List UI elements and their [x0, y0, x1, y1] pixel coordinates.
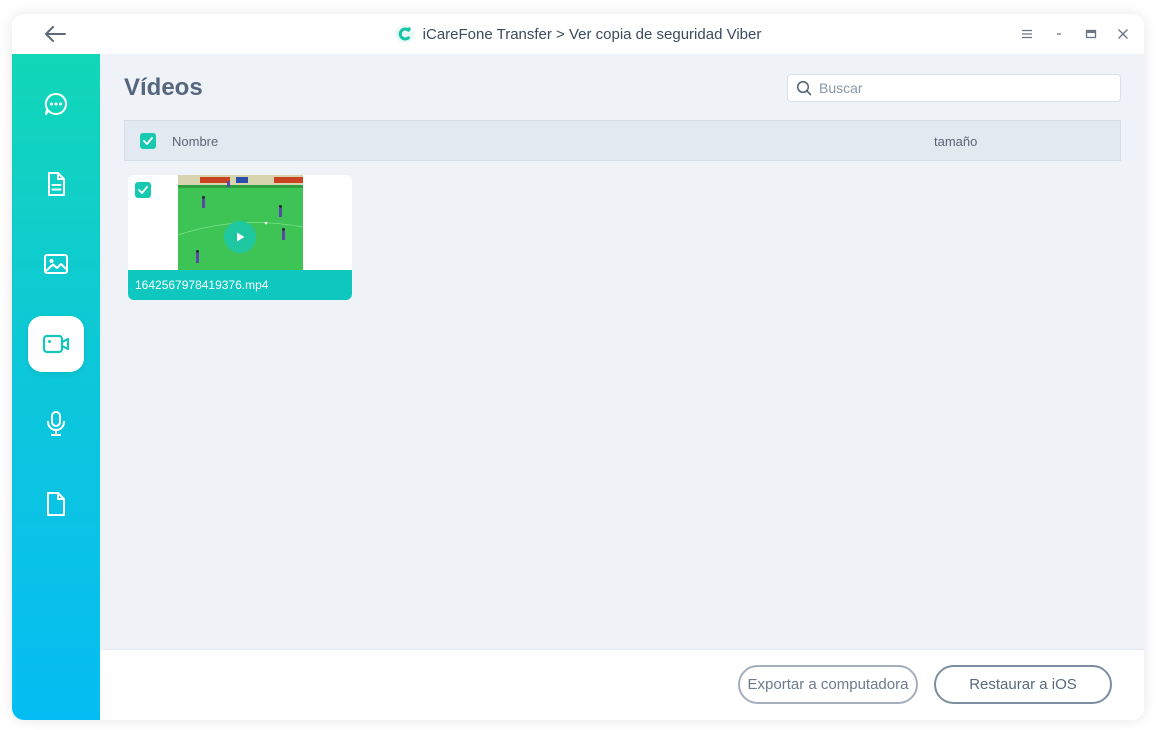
restore-to-ios-button[interactable]: Restaurar a iOS: [934, 665, 1112, 704]
sidebar-item-messages[interactable]: [28, 76, 84, 132]
search-box[interactable]: [787, 74, 1121, 102]
window-title: iCareFone Transfer > Ver copia de seguri…: [422, 25, 762, 43]
video-item-checkbox[interactable]: [135, 182, 151, 198]
menu-button[interactable]: [1018, 25, 1036, 43]
page-title: Vídeos: [124, 74, 203, 101]
footer-bar: Exportar a computadora Restaurar a iOS: [100, 649, 1144, 720]
minimize-button[interactable]: [1050, 25, 1068, 43]
microphone-icon: [47, 411, 65, 436]
window-title-area: iCareFone Transfer > Ver copia de seguri…: [12, 14, 1144, 54]
column-header-name[interactable]: Nombre: [172, 134, 218, 149]
sidebar-item-photos[interactable]: [28, 236, 84, 292]
play-icon: [237, 232, 245, 242]
video-thumbnail[interactable]: [178, 175, 303, 270]
app-logo-icon: [395, 25, 414, 43]
close-icon: [1118, 29, 1128, 39]
play-button[interactable]: [224, 221, 256, 253]
maximize-icon: [1085, 29, 1097, 39]
title-bar: iCareFone Transfer > Ver copia de seguri…: [12, 14, 1144, 54]
file-icon: [47, 492, 65, 516]
checkmark-icon: [143, 137, 153, 145]
video-item[interactable]: 1642567978419376.mp4: [128, 175, 352, 300]
column-header-size[interactable]: tamaño: [934, 134, 977, 149]
search-icon: [796, 80, 812, 96]
app-window: iCareFone Transfer > Ver copia de seguri…: [12, 14, 1144, 720]
image-icon: [44, 254, 68, 274]
sidebar-item-documents[interactable]: [28, 156, 84, 212]
sidebar: [12, 54, 100, 720]
export-to-computer-button[interactable]: Exportar a computadora: [738, 665, 918, 704]
sidebar-item-audio[interactable]: [28, 396, 84, 452]
minimize-icon: [1057, 33, 1061, 35]
sidebar-item-files[interactable]: [28, 476, 84, 532]
main-content: Vídeos Nombre tamaño: [100, 54, 1144, 649]
list-header: Nombre tamaño: [124, 120, 1121, 161]
document-icon: [48, 172, 65, 196]
search-input[interactable]: [819, 80, 1109, 96]
window-controls: [1018, 14, 1132, 54]
checkmark-icon: [138, 186, 148, 194]
close-button[interactable]: [1114, 25, 1132, 43]
maximize-button[interactable]: [1082, 25, 1100, 43]
select-all-checkbox[interactable]: [140, 133, 156, 149]
video-filename: 1642567978419376.mp4: [128, 270, 352, 300]
hamburger-menu-icon: [1022, 29, 1032, 39]
video-camera-icon: [42, 334, 70, 354]
chat-bubble-icon: [44, 92, 67, 115]
sidebar-item-videos[interactable]: [28, 316, 84, 372]
